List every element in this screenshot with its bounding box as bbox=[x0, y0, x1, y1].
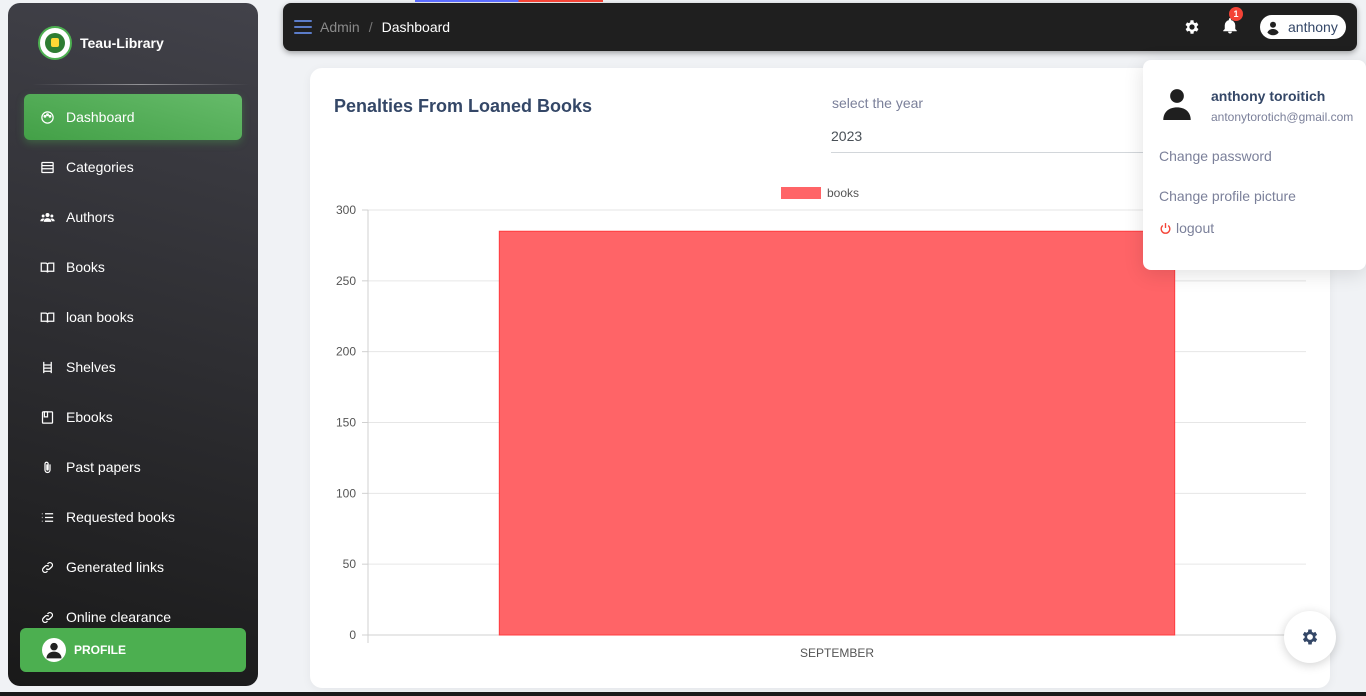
menu-toggle-icon[interactable] bbox=[294, 20, 312, 34]
dropdown-user-name: anthony toroitich bbox=[1211, 88, 1326, 104]
notification-badge: 1 bbox=[1229, 7, 1243, 21]
book-open-icon bbox=[38, 258, 56, 276]
y-tick-label: 200 bbox=[336, 345, 356, 359]
topbar-accent bbox=[415, 0, 603, 2]
sidebar-nav: Dashboard Categories Authors Books loan … bbox=[24, 94, 242, 644]
sidebar-item-label: Generated links bbox=[66, 559, 165, 575]
user-icon bbox=[1264, 18, 1282, 36]
sidebar-item-label: Dashboard bbox=[66, 109, 135, 125]
user-menu-button[interactable]: anthony bbox=[1260, 15, 1346, 39]
change-profile-picture-link[interactable]: Change profile picture bbox=[1159, 188, 1296, 204]
sidebar-item-categories[interactable]: Categories bbox=[24, 144, 242, 190]
sidebar-item-label: Shelves bbox=[66, 359, 116, 375]
y-tick-label: 300 bbox=[336, 203, 356, 217]
dropdown-user-email: antonytorotich@gmail.com bbox=[1211, 110, 1354, 124]
sidebar-item-label: loan books bbox=[66, 309, 134, 325]
sidebar-item-books[interactable]: Books bbox=[24, 244, 242, 290]
y-tick-label: 0 bbox=[349, 628, 356, 642]
top-navbar: Admin / Dashboard 1 anthony bbox=[283, 3, 1357, 51]
paperclip-icon bbox=[38, 458, 56, 476]
ebook-icon bbox=[38, 408, 56, 426]
users-icon bbox=[38, 208, 56, 226]
sidebar-item-label: Online clearance bbox=[66, 609, 172, 625]
sidebar-item-shelves[interactable]: Shelves bbox=[24, 344, 242, 390]
logout-label: logout bbox=[1176, 220, 1215, 236]
breadcrumb: Admin / Dashboard bbox=[320, 19, 450, 35]
sidebar-item-loan-books[interactable]: loan books bbox=[24, 294, 242, 340]
sidebar-item-label: Categories bbox=[66, 159, 134, 175]
brand[interactable]: Teau-Library bbox=[38, 25, 164, 61]
x-tick-label: SEPTEMBER bbox=[800, 646, 874, 660]
link-icon bbox=[38, 608, 56, 626]
user-dropdown-menu: anthony toroitich antonytorotich@gmail.c… bbox=[1143, 60, 1366, 270]
y-tick-label: 250 bbox=[336, 274, 356, 288]
sidebar-item-dashboard[interactable]: Dashboard bbox=[24, 94, 242, 140]
brand-name: Teau-Library bbox=[80, 35, 164, 51]
bottom-strip bbox=[0, 692, 1366, 696]
power-icon bbox=[1160, 222, 1171, 234]
breadcrumb-current: Dashboard bbox=[381, 19, 451, 35]
shelves-icon bbox=[38, 358, 56, 376]
page-title: Penalties From Loaned Books bbox=[334, 96, 593, 116]
user-name: anthony bbox=[1288, 19, 1338, 35]
sidebar-item-label: Authors bbox=[66, 209, 115, 225]
year-select-label: select the year bbox=[832, 95, 924, 111]
palette-icon bbox=[38, 108, 56, 126]
gear-icon bbox=[1302, 629, 1318, 645]
breadcrumb-parent[interactable]: Admin bbox=[320, 19, 360, 35]
legend-label: books bbox=[827, 186, 859, 200]
book-open-icon bbox=[38, 308, 56, 326]
change-password-link[interactable]: Change password bbox=[1159, 148, 1272, 164]
sidebar-item-past-papers[interactable]: Past papers bbox=[24, 444, 242, 490]
profile-button[interactable]: PROFILE bbox=[20, 628, 246, 672]
sidebar-item-generated-links[interactable]: Generated links bbox=[24, 544, 242, 590]
sidebar-divider bbox=[32, 84, 250, 85]
link-icon bbox=[38, 558, 56, 576]
floating-settings-button[interactable] bbox=[1284, 611, 1336, 663]
sidebar-item-label: Ebooks bbox=[66, 409, 113, 425]
bar-books bbox=[498, 230, 1176, 636]
y-tick-label: 150 bbox=[336, 416, 356, 430]
list-icon bbox=[38, 508, 56, 526]
profile-button-label: PROFILE bbox=[74, 643, 127, 657]
user-avatar-icon bbox=[1163, 88, 1191, 120]
brand-logo bbox=[38, 26, 72, 60]
user-avatar-icon bbox=[42, 638, 66, 662]
logout-link[interactable]: logout bbox=[1159, 220, 1214, 236]
sidebar-item-label: Books bbox=[66, 259, 105, 275]
sidebar-item-label: Requested books bbox=[66, 509, 175, 525]
sidebar-item-ebooks[interactable]: Ebooks bbox=[24, 394, 242, 440]
sidebar-item-requested-books[interactable]: Requested books bbox=[24, 494, 242, 540]
gear-icon[interactable] bbox=[1183, 18, 1201, 36]
list-alt-icon bbox=[38, 158, 56, 176]
legend-swatch bbox=[781, 187, 821, 199]
y-tick-label: 50 bbox=[343, 557, 357, 571]
sidebar-item-label: Past papers bbox=[66, 459, 141, 475]
breadcrumb-separator: / bbox=[368, 19, 373, 35]
y-tick-label: 100 bbox=[336, 486, 356, 500]
sidebar: Teau-Library Dashboard Categories Author… bbox=[8, 3, 258, 686]
sidebar-item-authors[interactable]: Authors bbox=[24, 194, 242, 240]
